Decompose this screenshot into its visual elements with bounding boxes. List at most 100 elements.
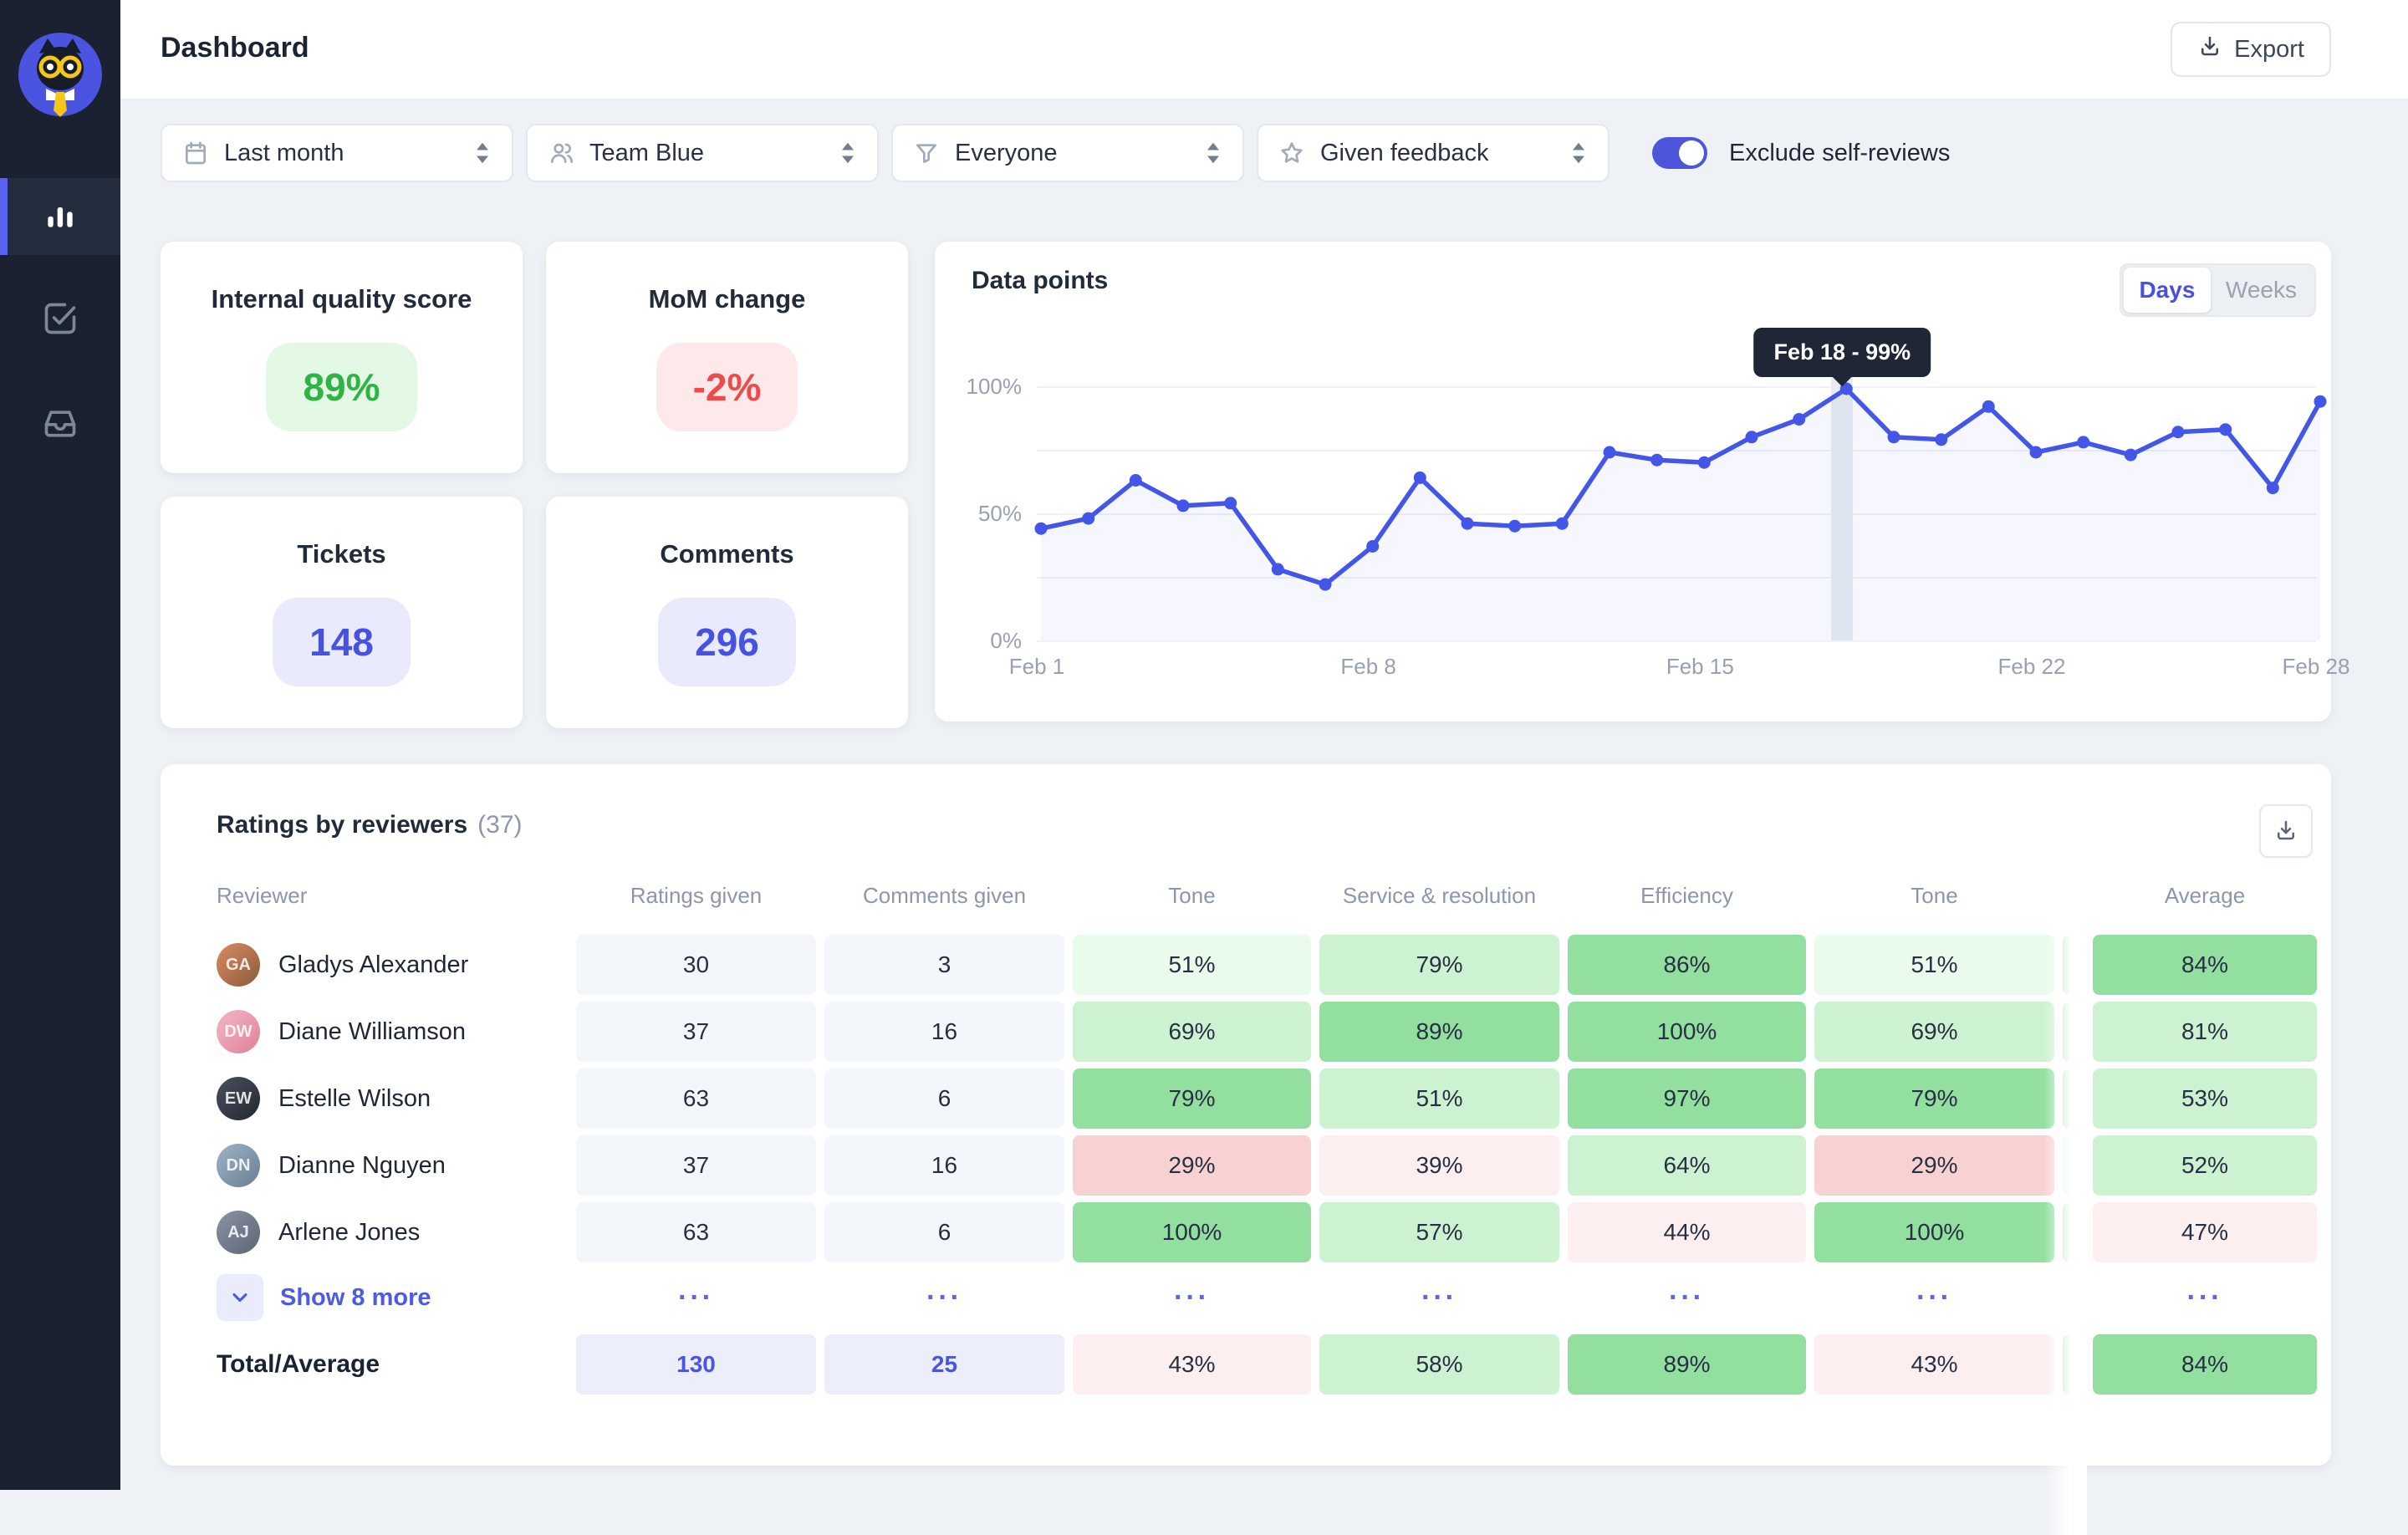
reviewer-name: Dianne Nguyen (278, 1152, 446, 1180)
cell-value: 37 (576, 1002, 816, 1062)
clipped-cell (2063, 1065, 2084, 1132)
sidebar-item-analytics[interactable] (0, 178, 120, 255)
rating-cell: 52% (2093, 1132, 2317, 1199)
rating-cell: 57% (1319, 1199, 1559, 1266)
calendar-icon (182, 140, 209, 166)
filter-select-everyone[interactable]: Everyone (891, 124, 1244, 182)
rating-cell: 39% (1319, 1132, 1559, 1199)
cell-value: 29% (1814, 1135, 2054, 1196)
total-cell: 25 (824, 1329, 1064, 1400)
cell-value: 53% (2093, 1068, 2317, 1129)
reviewer-name: Estelle Wilson (278, 1085, 431, 1113)
filter-select-given-feedback[interactable]: Given feedback (1257, 124, 1610, 182)
cell-value: 44% (1568, 1202, 1806, 1262)
rating-cell: 51% (1814, 931, 2054, 998)
stat-card-mom-change: MoM change-2% (546, 242, 908, 473)
view-toggle-days[interactable]: Days (2124, 268, 2211, 313)
avatar: EW (217, 1077, 260, 1120)
y-axis-label: 100% (955, 374, 1022, 400)
cell-value (2063, 1202, 2084, 1262)
ellipsis-indicator: ··· (824, 1266, 1064, 1329)
ellipsis-indicator: ··· (1319, 1266, 1559, 1329)
check-square-icon (42, 300, 79, 341)
cell-value: 84% (2093, 935, 2317, 995)
x-axis-label: Feb 8 (1310, 654, 1427, 680)
filter-select-team-blue[interactable]: Team Blue (526, 124, 879, 182)
cell-value: 57% (1319, 1202, 1559, 1262)
rating-cell: 81% (2093, 998, 2317, 1065)
clipped-cell (2063, 1132, 2084, 1199)
cell-value (2063, 1002, 2084, 1062)
column-header: Ratings given (576, 883, 816, 931)
cell-value: 3 (824, 935, 1064, 995)
cell-value (2063, 1135, 2084, 1196)
table-header: Ratings by reviewers (37) (217, 811, 2316, 839)
total-row-label: Total/Average (217, 1329, 568, 1400)
cell-value: 100% (1814, 1202, 2054, 1262)
table-count: (37) (477, 811, 522, 839)
inbox-icon (42, 405, 79, 446)
x-axis-label: Feb 22 (1973, 654, 2090, 680)
sidebar (0, 0, 120, 1490)
clipped-cell (2063, 998, 2084, 1065)
total-cell: 43% (1814, 1329, 2054, 1400)
updown-chevrons-icon (839, 141, 857, 165)
column-header: Service & resolution (1319, 883, 1559, 931)
rating-cell: 6 (824, 1199, 1064, 1266)
cell-value: 39% (1319, 1135, 1559, 1196)
rating-cell: 6 (824, 1065, 1064, 1132)
toggle-switch[interactable] (1652, 137, 1707, 169)
column-header: Efficiency (1568, 883, 1806, 931)
clipped-cell (2063, 931, 2084, 998)
rating-cell: 79% (1814, 1065, 2054, 1132)
view-toggle-weeks[interactable]: Weeks (2211, 268, 2312, 313)
filter-select-last-month[interactable]: Last month (161, 124, 513, 182)
cell-value: 81% (2093, 1002, 2317, 1062)
y-axis-label: 0% (955, 628, 1022, 654)
table-row-reviewer: DNDianne Nguyen (217, 1132, 568, 1199)
page-title: Dashboard (161, 32, 309, 64)
avatar: AJ (217, 1211, 260, 1254)
stat-card-tickets: Tickets148 (161, 497, 523, 728)
table-row-reviewer: GAGladys Alexander (217, 931, 568, 998)
column-header-clipped (2063, 883, 2084, 931)
sidebar-item-inbox[interactable] (0, 386, 120, 463)
avatar: GA (217, 943, 260, 987)
app-logo (14, 28, 106, 120)
rating-cell: 37 (576, 998, 816, 1065)
cell-value: 79% (1814, 1068, 2054, 1129)
updown-chevrons-icon (1204, 141, 1222, 165)
filter-icon (913, 140, 940, 166)
rating-cell: 51% (1073, 931, 1311, 998)
cell-value: 100% (1073, 1202, 1311, 1262)
rating-cell: 16 (824, 998, 1064, 1065)
rating-cell: 29% (1814, 1132, 2054, 1199)
rating-cell: 63 (576, 1065, 816, 1132)
cell-value: 47% (2093, 1202, 2317, 1262)
clipped-cell (2063, 1199, 2084, 1266)
rating-cell: 100% (1568, 998, 1806, 1065)
rating-cell: 16 (824, 1132, 1064, 1199)
rating-cell: 44% (1568, 1199, 1806, 1266)
cell-value: 16 (824, 1002, 1064, 1062)
cell-value: 37 (576, 1135, 816, 1196)
rating-cell: 100% (1814, 1199, 2054, 1266)
cell-value: 100% (1568, 1002, 1806, 1062)
show-more-button[interactable]: Show 8 more (217, 1266, 568, 1329)
table-row-reviewer: EW Estelle Wilson (217, 1065, 568, 1132)
x-axis-label: Feb 28 (2258, 654, 2375, 680)
column-header: Tone (1814, 883, 2054, 931)
sidebar-item-reviews[interactable] (0, 282, 120, 359)
table-download-button[interactable] (2259, 804, 2313, 858)
stat-title: MoM change (649, 284, 806, 314)
rating-cell: 53% (2093, 1065, 2317, 1132)
y-axis-label: 50% (955, 501, 1022, 527)
exclude-self-reviews-toggle[interactable]: Exclude self-reviews (1652, 137, 1950, 169)
export-button[interactable]: Export (2171, 22, 2331, 77)
rating-cell: 89% (1319, 998, 1559, 1065)
cell-value: 51% (1319, 1068, 1559, 1129)
rating-cell: 64% (1568, 1132, 1806, 1199)
table-row-reviewer: AJArlene Jones (217, 1199, 568, 1266)
cell-value: 79% (1073, 1068, 1311, 1129)
cell-value: 79% (1319, 935, 1559, 995)
